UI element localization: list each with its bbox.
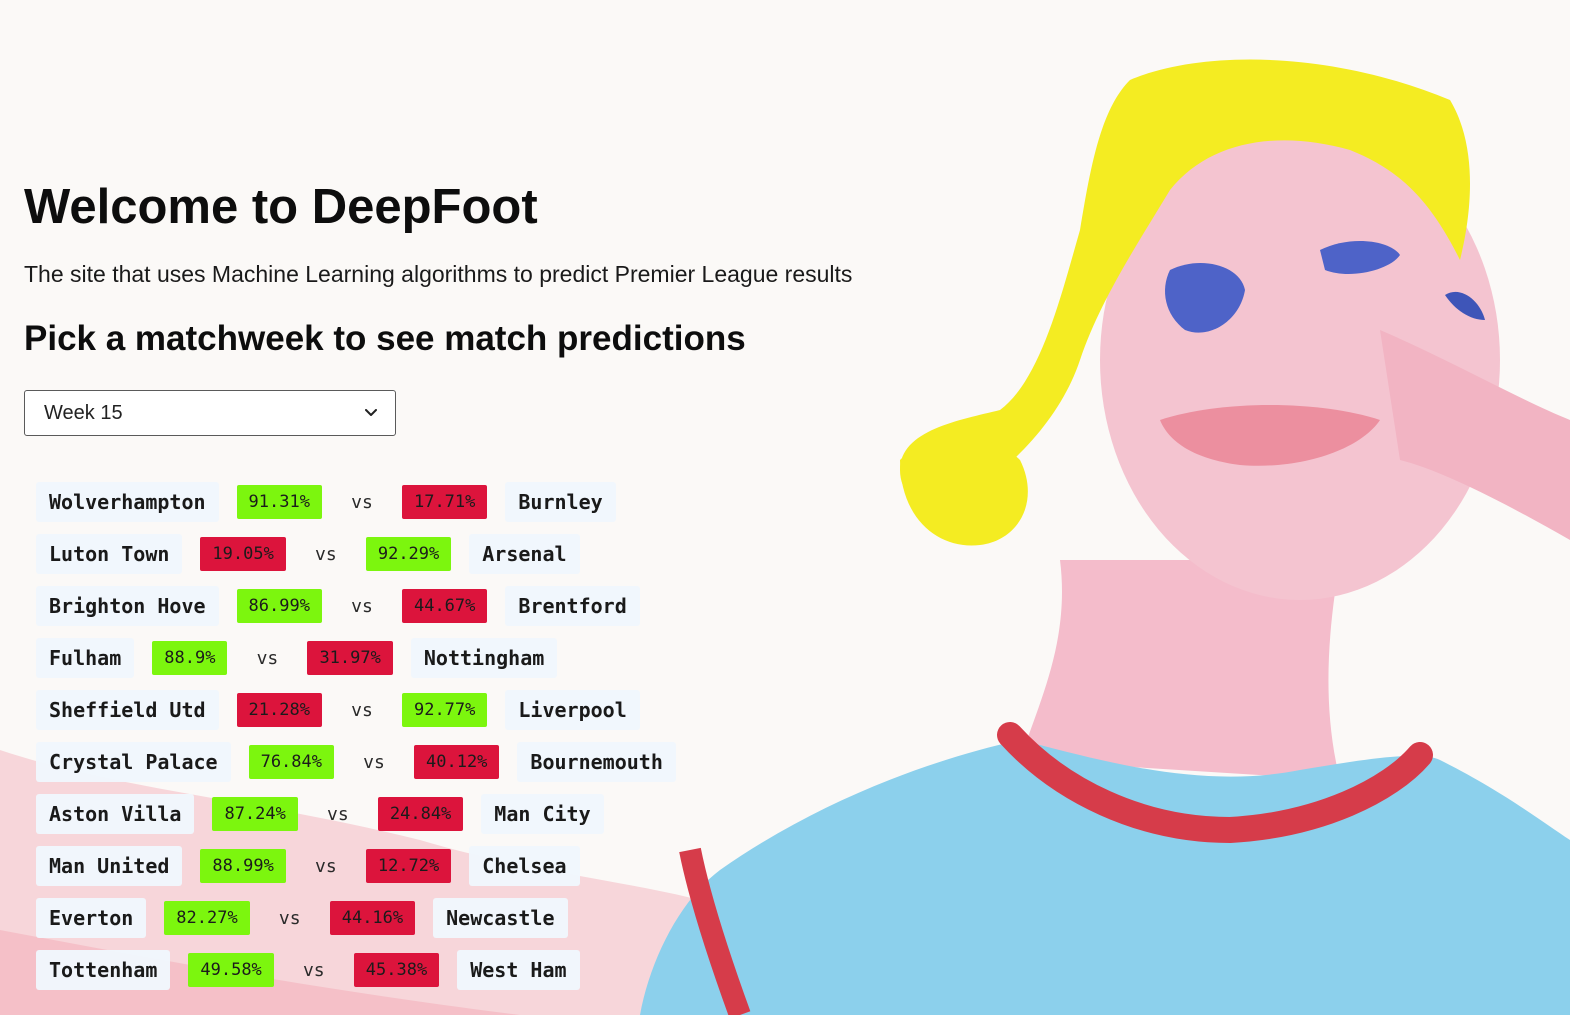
away-win-probability: 12.72%: [365, 849, 452, 883]
home-team: Sheffield Utd: [36, 690, 219, 730]
vs-label: vs: [327, 803, 349, 825]
match-row: Everton 82.27% vs 44.16% Newcastle: [36, 898, 676, 938]
home-win-probability: 86.99%: [236, 589, 322, 623]
match-row: Crystal Palace 76.84% vs 40.12% Bournemo…: [36, 742, 676, 782]
home-win-probability: 87.24%: [212, 797, 298, 831]
home-team: Man United: [36, 846, 183, 886]
away-win-probability: 44.16%: [329, 901, 416, 935]
vs-label: vs: [315, 543, 337, 565]
home-win-probability: 76.84%: [248, 745, 334, 779]
away-win-probability: 40.12%: [414, 745, 500, 779]
home-team: Luton Town: [36, 534, 183, 574]
vs-label: vs: [278, 907, 301, 929]
home-team: Tottenham: [36, 950, 171, 990]
away-win-probability: 24.84%: [377, 797, 464, 831]
vs-label: vs: [363, 751, 385, 773]
home-win-probability: 21.28%: [236, 693, 322, 727]
match-predictions-list: Wolverhampton 91.31% vs 17.71% Burnley L…: [36, 482, 676, 1002]
home-team: Aston Villa: [36, 794, 195, 834]
away-win-probability: 92.29%: [365, 537, 452, 571]
match-row: Brighton Hove 86.99% vs 44.67% Brentford: [36, 586, 676, 626]
vs-label: vs: [315, 855, 337, 877]
home-win-probability: 49.58%: [188, 953, 274, 987]
home-win-probability: 82.27%: [164, 901, 250, 935]
home-team: Everton: [36, 898, 147, 938]
away-team: Chelsea: [469, 846, 580, 886]
home-team: Crystal Palace: [36, 742, 231, 782]
match-row: Wolverhampton 91.31% vs 17.71% Burnley: [36, 482, 676, 522]
away-team: Burnley: [505, 482, 616, 522]
away-team: Brentford: [505, 586, 640, 626]
away-win-probability: 31.97%: [307, 641, 393, 675]
match-row: Fulham 88.9% vs 31.97% Nottingham: [36, 638, 676, 678]
away-team: Man City: [481, 794, 604, 834]
home-win-probability: 88.9%: [152, 641, 228, 675]
home-team: Brighton Hove: [36, 586, 219, 626]
matchweek-prompt: Pick a matchweek to see match prediction…: [24, 319, 746, 358]
chevron-down-icon: [365, 407, 377, 419]
match-row: Sheffield Utd 21.28% vs 92.77% Liverpool: [36, 690, 676, 730]
away-team: Newcastle: [433, 898, 568, 938]
away-team: Nottingham: [410, 638, 558, 678]
page-subtitle: The site that uses Machine Learning algo…: [24, 261, 853, 287]
vs-label: vs: [351, 595, 373, 617]
match-row: Luton Town 19.05% vs 92.29% Arsenal: [36, 534, 676, 574]
vs-label: vs: [302, 959, 325, 981]
away-team: Arsenal: [469, 534, 580, 574]
home-win-probability: 19.05%: [200, 537, 286, 571]
vs-label: vs: [256, 647, 279, 669]
match-row: Man United 88.99% vs 12.72% Chelsea: [36, 846, 676, 886]
matchweek-select[interactable]: Week 15: [24, 390, 396, 436]
home-team: Wolverhampton: [36, 482, 219, 522]
match-row: Tottenham 49.58% vs 45.38% West Ham: [36, 950, 676, 990]
away-win-probability: 45.38%: [353, 953, 440, 987]
away-team: Bournemouth: [517, 742, 676, 782]
away-win-probability: 92.77%: [401, 693, 488, 727]
vs-label: vs: [351, 491, 373, 513]
match-row: Aston Villa 87.24% vs 24.84% Man City: [36, 794, 676, 834]
away-win-probability: 44.67%: [401, 589, 488, 623]
matchweek-selected-value: Week 15: [44, 401, 123, 424]
vs-label: vs: [351, 699, 373, 721]
page-title: Welcome to DeepFoot: [24, 180, 538, 234]
away-win-probability: 17.71%: [401, 485, 488, 519]
home-team: Fulham: [36, 638, 135, 678]
away-team: Liverpool: [505, 690, 640, 730]
away-team: West Ham: [457, 950, 580, 990]
home-win-probability: 91.31%: [236, 485, 322, 519]
home-win-probability: 88.99%: [200, 849, 286, 883]
